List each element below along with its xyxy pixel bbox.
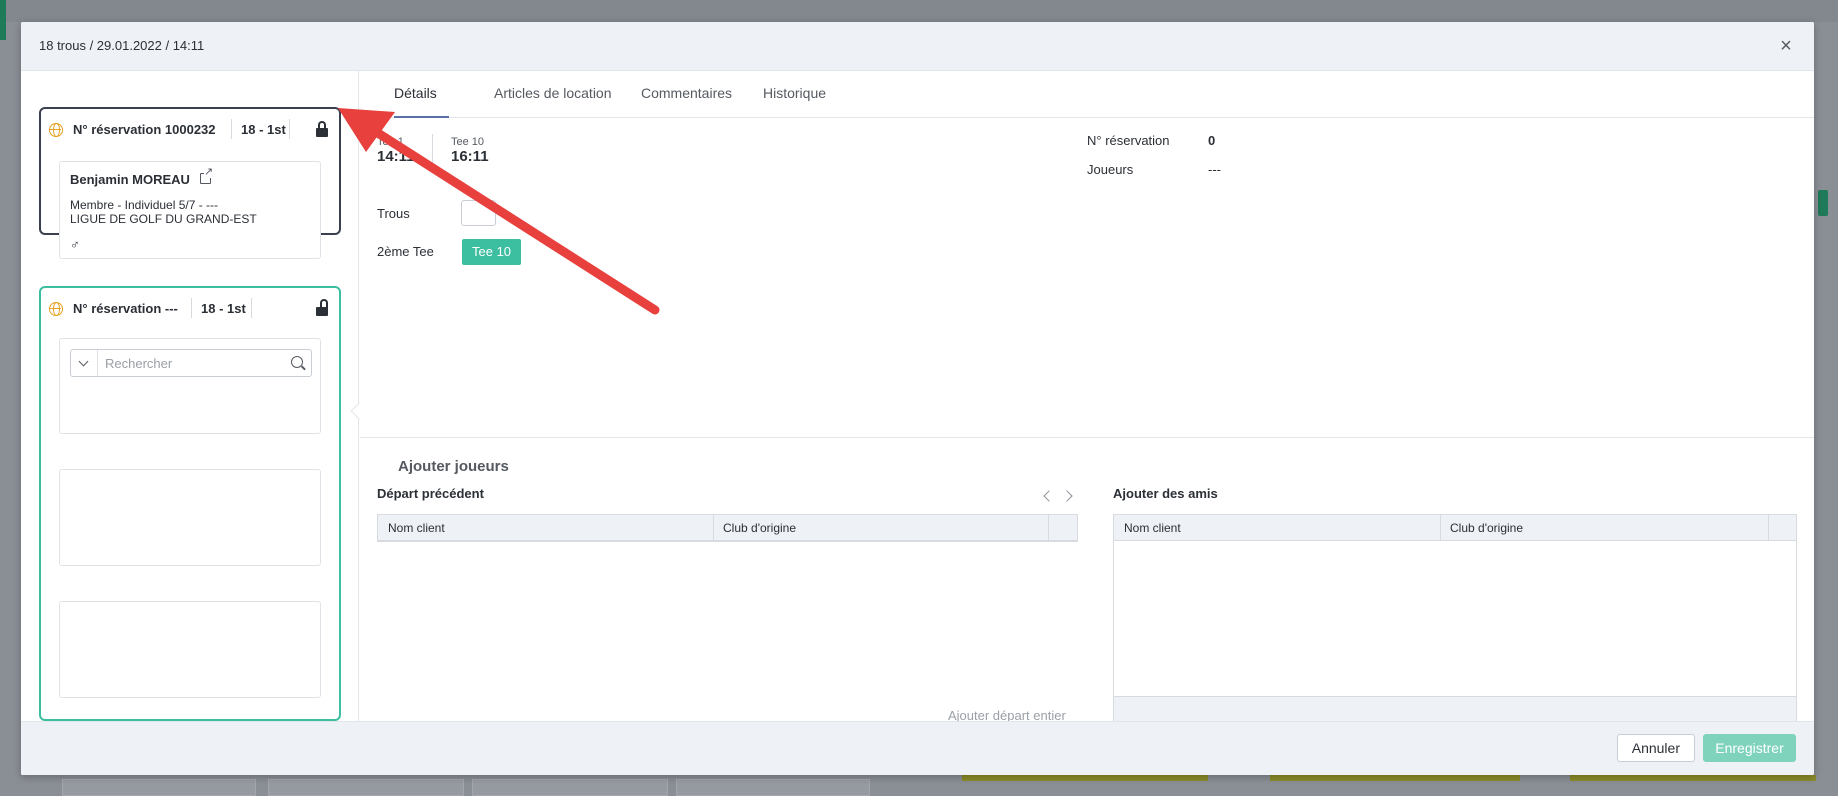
reservation-modal: 18 trous / 29.01.2022 / 14:11 × N° réser… [21, 22, 1814, 775]
divider [289, 119, 290, 139]
reservation-holes: 18 - 1st [241, 122, 286, 137]
reservation-number-value: 0 [1208, 133, 1216, 148]
lock-icon[interactable] [315, 121, 329, 137]
reservation-card-1000232[interactable]: N° réservation 1000232 18 - 1st Benjamin… [39, 107, 341, 259]
divider [191, 298, 192, 318]
background-cell [472, 779, 668, 796]
modal-title: 18 trous / 29.01.2022 / 14:11 [39, 38, 205, 53]
holes-label: Trous [377, 206, 410, 221]
add-players-title: Ajouter joueurs [398, 458, 509, 475]
player-card[interactable]: Benjamin MOREAU Membre - Individuel 5/7 … [59, 161, 321, 259]
search-input[interactable] [105, 353, 280, 373]
column-home-club[interactable]: Club d'origine [1450, 521, 1523, 535]
search-filter-dropdown[interactable] [71, 350, 98, 376]
chevron-left-icon[interactable] [1043, 490, 1055, 502]
holes-select[interactable] [461, 200, 496, 226]
player-club: LIGUE DE GOLF DU GRAND-EST [70, 212, 257, 226]
modal-footer: Annuler Enregistrer [21, 721, 1814, 775]
chevron-right-icon[interactable] [1061, 490, 1073, 502]
close-icon[interactable]: × [1774, 34, 1798, 58]
player-name: Benjamin MOREAU [70, 172, 190, 187]
reservation-number: N° réservation --- [73, 301, 178, 316]
background-accent-bar [0, 0, 6, 40]
divider [1440, 515, 1441, 541]
second-tee-button[interactable]: Tee 10 [462, 239, 522, 265]
divider [251, 298, 252, 318]
background-cell [676, 779, 870, 796]
player-search [70, 349, 312, 377]
tee10-time: 16:11 [451, 148, 489, 165]
column-customer-name[interactable]: Nom client [1124, 521, 1181, 535]
table-header: Nom client Club d'origine [378, 515, 1077, 541]
chevron-down-icon [78, 356, 89, 367]
divider [1048, 515, 1049, 541]
previous-departure-table: Nom client Club d'origine [377, 514, 1078, 542]
globe-icon [49, 302, 63, 316]
player-slot[interactable] [59, 338, 321, 434]
background-header [0, 0, 1838, 22]
modal-header: 18 trous / 29.01.2022 / 14:11 × [21, 22, 1814, 71]
background-slot [962, 775, 1208, 781]
player-membership: Membre - Individuel 5/7 - --- [70, 198, 219, 212]
tab-comments[interactable]: Commentaires [641, 85, 732, 118]
background-side-tab [1818, 190, 1828, 216]
table-header: Nom client Club d'origine [1114, 515, 1796, 541]
background-slot [1270, 775, 1520, 781]
male-gender-icon: ♂ [70, 237, 80, 252]
detail-tabs: Détails Articles de location Commentaire… [377, 71, 1814, 118]
previous-departure-title: Départ précédent [377, 486, 484, 501]
external-link-icon[interactable] [200, 167, 214, 184]
tee1-label: Tee 1 [377, 136, 404, 148]
friends-table: Nom client Club d'origine [1113, 514, 1797, 723]
players-label: Joueurs [1087, 162, 1134, 177]
search-icon[interactable] [291, 356, 303, 368]
background-cell [268, 779, 464, 796]
background-slot [1570, 775, 1816, 781]
reservation-card-new[interactable]: N° réservation --- 18 - 1st [39, 286, 341, 721]
reservation-card-header: N° réservation --- 18 - 1st [41, 288, 339, 328]
background-cell [62, 779, 256, 796]
tab-rental-items[interactable]: Articles de location [494, 85, 612, 118]
reservation-holes: 18 - 1st [201, 301, 246, 316]
reservation-card-header: N° réservation 1000232 18 - 1st [41, 109, 339, 149]
divider [1768, 515, 1769, 541]
table-footer [1114, 696, 1796, 722]
globe-icon [49, 123, 63, 137]
column-home-club[interactable]: Club d'origine [723, 521, 796, 535]
column-customer-name[interactable]: Nom client [388, 521, 445, 535]
divider [432, 134, 433, 168]
tab-details[interactable]: Détails [394, 85, 449, 118]
tee1-time: 14:11 [377, 148, 415, 165]
cancel-button[interactable]: Annuler [1616, 734, 1695, 762]
tee10-label: Tee 10 [451, 136, 485, 148]
unlock-icon[interactable] [315, 299, 329, 316]
reservation-number: N° réservation 1000232 [73, 122, 216, 137]
reservation-number-label: N° réservation [1087, 133, 1170, 148]
players-value: --- [1208, 162, 1221, 177]
player-slot[interactable] [59, 601, 321, 698]
reservations-column: N° réservation 1000232 18 - 1st Benjamin… [21, 71, 359, 721]
player-slot[interactable] [59, 469, 321, 566]
divider [713, 515, 714, 541]
tab-history[interactable]: Historique [763, 85, 826, 118]
second-tee-label: 2ème Tee [377, 244, 434, 259]
add-friends-title: Ajouter des amis [1113, 486, 1218, 501]
section-divider [360, 437, 1814, 438]
save-button[interactable]: Enregistrer [1703, 734, 1796, 762]
divider [231, 119, 232, 139]
